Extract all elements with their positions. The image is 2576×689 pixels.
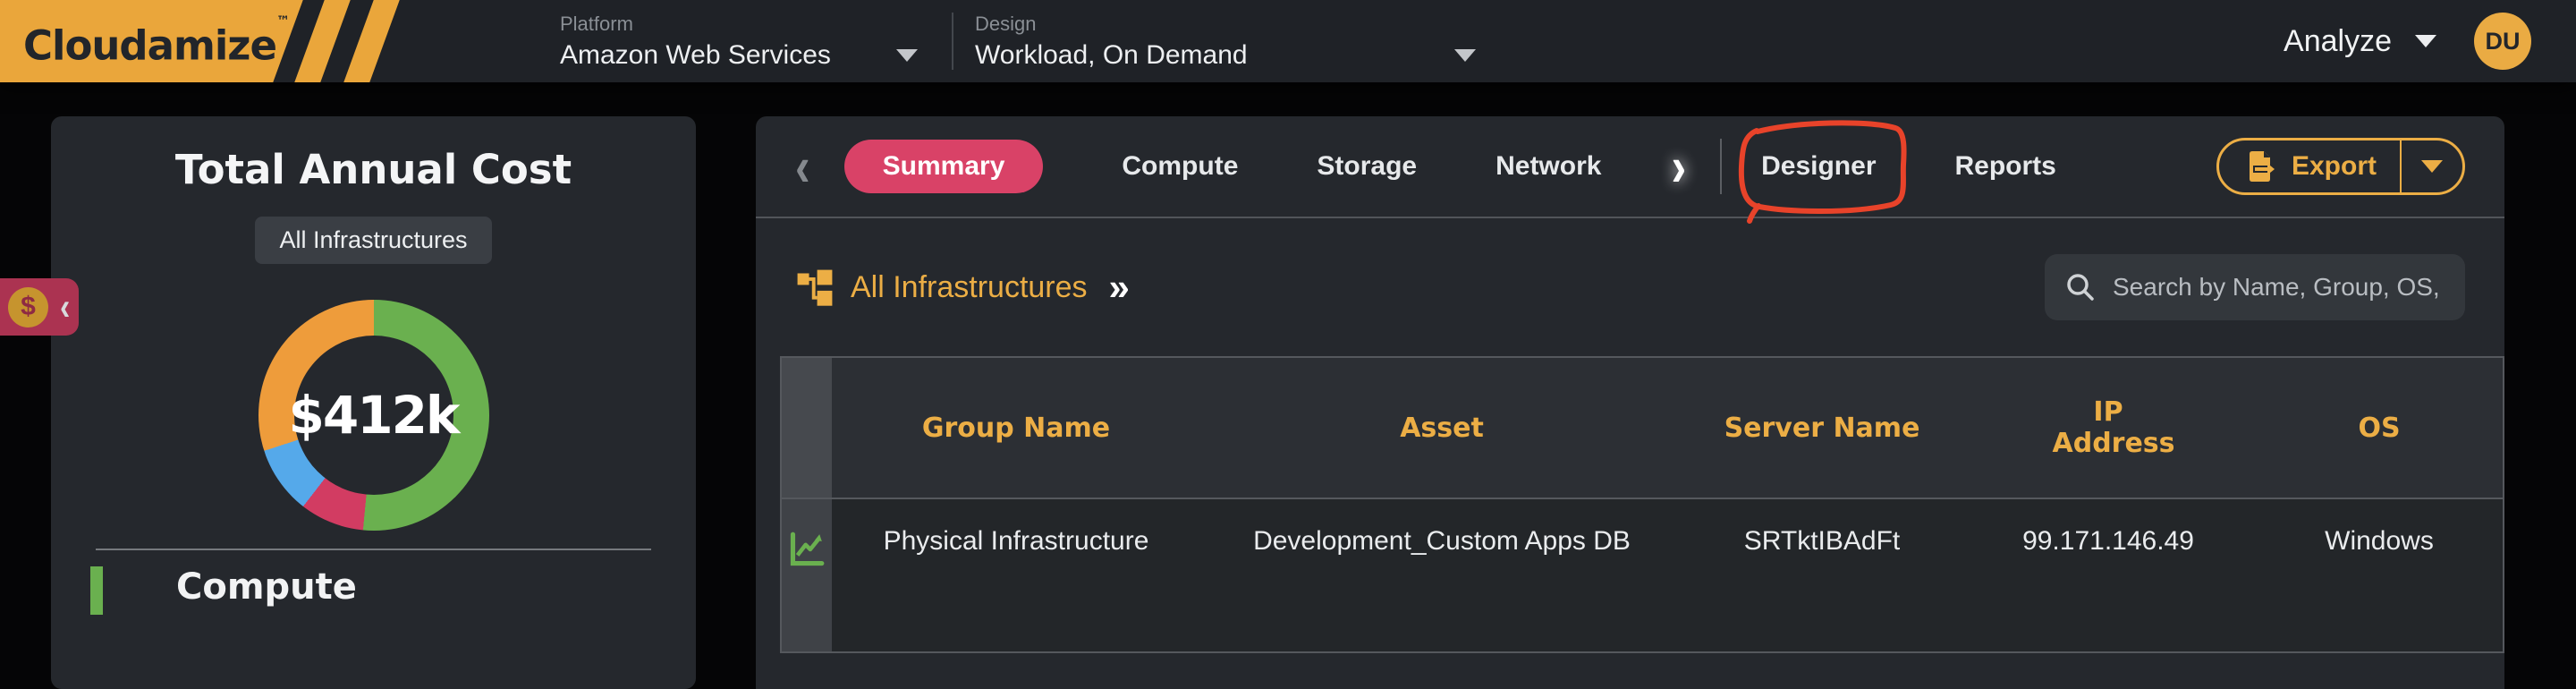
export-button[interactable]: Export — [2216, 138, 2465, 195]
design-value: Workload, On Demand — [975, 40, 1248, 71]
column-header-group-name[interactable]: Group Name — [832, 358, 1200, 499]
search-icon — [2064, 271, 2097, 303]
total-cost-value: $412k — [289, 385, 459, 446]
line-chart-icon — [787, 530, 826, 569]
platform-value: Amazon Web Services — [560, 40, 831, 71]
top-bar: Cloudamize™ Platform Amazon Web Services… — [0, 0, 2576, 82]
platform-selector[interactable]: Platform Amazon Web Services — [560, 13, 918, 71]
tab-storage[interactable]: Storage — [1317, 151, 1417, 182]
platform-label: Platform — [560, 13, 918, 36]
infrastructure-table: Group Name Asset Server Name IP Address … — [780, 356, 2504, 653]
hierarchy-icon — [795, 268, 835, 307]
main-panel: ‹ Summary Compute Storage Network › Desi… — [756, 116, 2504, 689]
chevron-down-icon — [2415, 35, 2436, 47]
total-annual-cost-card: Total Annual Cost All Infrastructures $4… — [51, 116, 696, 689]
tab-reports[interactable]: Reports — [1955, 151, 2056, 182]
column-header-asset[interactable]: Asset — [1200, 358, 1683, 499]
logo-stripe — [291, 0, 354, 82]
avatar[interactable]: DU — [2474, 13, 2531, 70]
tab-summary[interactable]: Summary — [844, 140, 1044, 193]
tabs-scroll-right-icon[interactable]: › — [1671, 139, 1686, 195]
tab-compute[interactable]: Compute — [1122, 151, 1238, 182]
tabs-divider — [1720, 139, 1722, 194]
column-header-label: Group Name — [922, 413, 1110, 444]
column-header-ip-address[interactable]: IP Address — [1961, 358, 2256, 499]
scope-breadcrumb[interactable]: All Infrastructures — [851, 270, 1088, 305]
column-header-os[interactable]: OS — [2256, 358, 2503, 499]
row-chart-cell[interactable] — [782, 499, 832, 651]
trademark-symbol: ™ — [276, 13, 290, 30]
file-export-icon — [2242, 149, 2278, 184]
brand-logo[interactable]: Cloudamize™ — [0, 0, 428, 82]
export-dropdown[interactable] — [2402, 160, 2462, 173]
scope-badge[interactable]: All Infrastructures — [255, 217, 491, 264]
legend-item-compute[interactable]: Compute — [51, 566, 696, 615]
legend-swatch — [90, 566, 103, 615]
brand-name: Cloudamize™ — [23, 13, 290, 70]
search-input[interactable] — [2113, 273, 2445, 302]
analyze-label: Analyze — [2284, 24, 2392, 59]
cell-os[interactable]: Windows — [2256, 499, 2503, 651]
chevron-down-icon — [2421, 160, 2443, 173]
legend-divider — [96, 549, 651, 550]
column-header-label: OS — [2358, 413, 2400, 444]
chevron-left-icon: ‹ — [60, 288, 70, 327]
tab-designer[interactable]: Designer — [1761, 151, 1876, 182]
double-chevron-right-icon[interactable]: » — [1109, 266, 1130, 309]
brand-text: Cloudamize — [23, 22, 276, 70]
cell-asset[interactable]: Development_Custom Apps DB — [1200, 499, 1683, 651]
cost-card-title: Total Annual Cost — [51, 146, 696, 193]
column-header-label: Server Name — [1724, 413, 1920, 444]
search-box[interactable] — [2045, 254, 2465, 320]
chevron-down-icon[interactable] — [1454, 49, 1476, 62]
filter-row: All Infrastructures » — [756, 218, 2504, 356]
legend-label: Compute — [176, 566, 357, 608]
cell-group-name[interactable]: Physical Infrastructure — [832, 499, 1200, 651]
export-label: Export — [2292, 151, 2377, 182]
tabs-scroll-left-icon[interactable]: ‹ — [795, 139, 810, 195]
column-header-server-name[interactable]: Server Name — [1683, 358, 1961, 499]
logo-stripe — [340, 0, 403, 82]
tab-network[interactable]: Network — [1496, 151, 1601, 182]
cost-panel-collapse-tab[interactable]: $ ‹ — [0, 278, 79, 336]
column-header-icon — [782, 358, 832, 499]
design-label: Design — [975, 13, 1476, 36]
analyze-menu[interactable]: Analyze — [2284, 24, 2436, 59]
topbar-divider — [952, 13, 953, 70]
cost-donut-chart[interactable]: $412k — [258, 300, 489, 531]
design-selector[interactable]: Design Workload, On Demand — [975, 13, 1476, 71]
dollar-icon: $ — [8, 287, 48, 327]
donut-hole: $412k — [294, 336, 453, 495]
tabs-row: ‹ Summary Compute Storage Network › Desi… — [756, 116, 2504, 217]
cell-ip-address[interactable]: 99.171.146.49 — [1961, 499, 2256, 651]
chevron-down-icon[interactable] — [896, 49, 918, 62]
cell-server-name[interactable]: SRTktIBAdFt — [1683, 499, 1961, 651]
column-header-label: Asset — [1400, 413, 1484, 444]
column-header-label: IP Address — [2053, 396, 2165, 459]
